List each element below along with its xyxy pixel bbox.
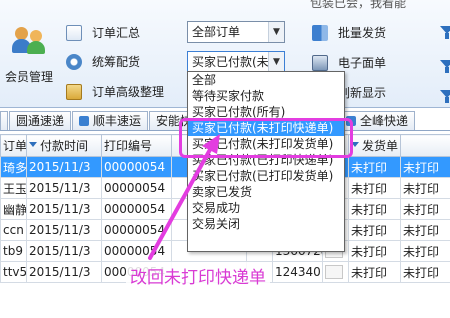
annotation-caption: 改回未打印快递单: [126, 262, 270, 289]
